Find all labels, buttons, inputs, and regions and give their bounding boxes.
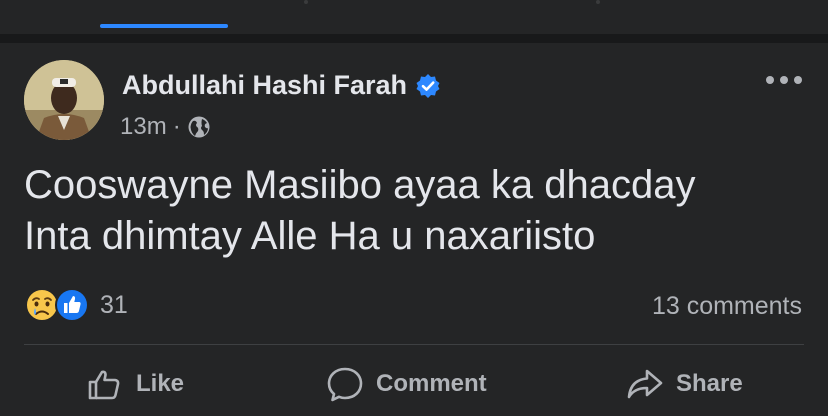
comment-button[interactable]: Comment [326, 364, 487, 404]
share-button[interactable]: Share [626, 364, 743, 404]
post-text: Cooswayne Masiibo ayaa ka dhacday Inta d… [24, 163, 696, 258]
comment-label: Comment [376, 370, 487, 397]
share-label: Share [676, 370, 743, 397]
more-options-icon[interactable] [766, 70, 802, 90]
like-reaction-icon [55, 288, 89, 322]
comments-count[interactable]: 13 comments [652, 292, 802, 321]
tab-marker [304, 0, 308, 4]
top-tab-bar [0, 0, 828, 34]
comment-bubble-icon [327, 367, 363, 402]
dot [794, 76, 802, 84]
dot [780, 76, 788, 84]
reactions-count[interactable]: 31 [100, 291, 128, 320]
post-time[interactable]: 13m [120, 113, 167, 141]
meta-separator: · [172, 113, 181, 140]
tab-marker [596, 0, 600, 4]
author-name[interactable]: Abdullahi Hashi Farah [122, 70, 407, 101]
globe-icon [188, 116, 210, 138]
like-label: Like [136, 370, 185, 397]
reactions-summary[interactable]: 31 [24, 287, 128, 323]
share-arrow-icon [627, 369, 663, 399]
post-author[interactable]: Abdullahi Hashi Farah [122, 70, 441, 101]
like-button[interactable]: Like [86, 364, 184, 404]
verified-badge-icon [416, 73, 440, 98]
thumbs-up-icon [88, 370, 120, 400]
active-tab-indicator [100, 24, 228, 28]
author-avatar[interactable] [24, 60, 104, 140]
actions-divider [24, 344, 804, 345]
dot [766, 76, 774, 84]
feed-separator [0, 34, 828, 43]
post-meta: 13m · [120, 113, 211, 141]
